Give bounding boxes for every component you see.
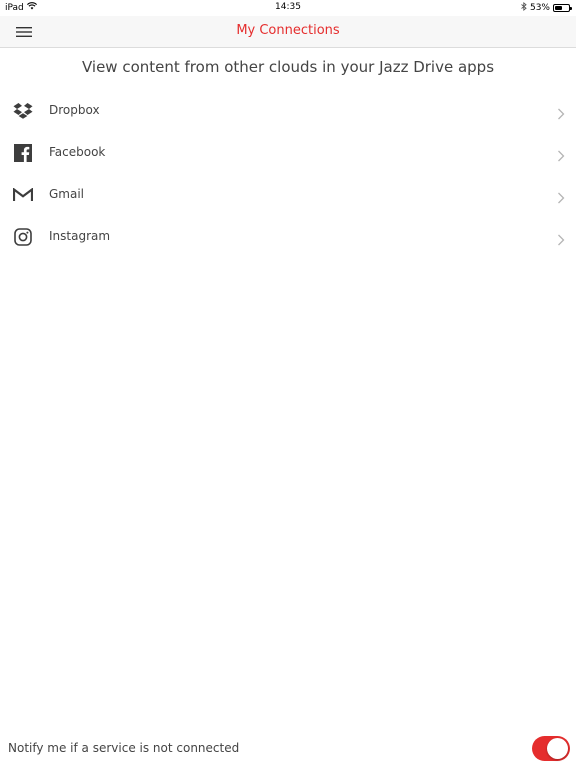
dropbox-icon (13, 101, 33, 121)
battery-percent: 53% (529, 3, 550, 13)
chevron-right-icon (557, 231, 565, 246)
navigation-bar: My Connections (0, 16, 576, 48)
battery-tip (570, 7, 572, 10)
notify-label: Notify me if a service is not connected (8, 741, 240, 755)
notify-toggle[interactable] (532, 736, 570, 761)
page-title: My Connections (236, 23, 340, 38)
facebook-icon (13, 143, 33, 163)
connection-label: Instagram (49, 229, 111, 243)
chevron-right-icon (557, 105, 565, 120)
connection-label: Gmail (49, 187, 85, 201)
connections-list: Dropbox Facebook Gmail Instagram (0, 90, 576, 258)
connection-label: Dropbox (49, 103, 100, 117)
battery-fill (555, 6, 562, 10)
connection-item-instagram[interactable]: Instagram (0, 216, 576, 258)
status-bar: iPad 14:35 53% (0, 0, 576, 16)
instagram-icon (13, 227, 33, 247)
gmail-icon (13, 185, 33, 205)
battery-icon (553, 4, 572, 12)
chevron-right-icon (557, 189, 565, 204)
notification-footer: Notify me if a service is not connected (0, 730, 576, 768)
connection-item-gmail[interactable]: Gmail (0, 174, 576, 216)
chevron-right-icon (557, 147, 565, 162)
status-time: 14:35 (275, 2, 301, 12)
connections-subtitle: View content from other clouds in your J… (81, 58, 495, 76)
connection-item-dropbox[interactable]: Dropbox (0, 90, 576, 132)
connection-label: Facebook (49, 145, 106, 159)
bluetooth-icon (521, 2, 527, 14)
connection-item-facebook[interactable]: Facebook (0, 132, 576, 174)
toggle-knob (547, 738, 568, 759)
status-right: 53% (521, 2, 572, 14)
